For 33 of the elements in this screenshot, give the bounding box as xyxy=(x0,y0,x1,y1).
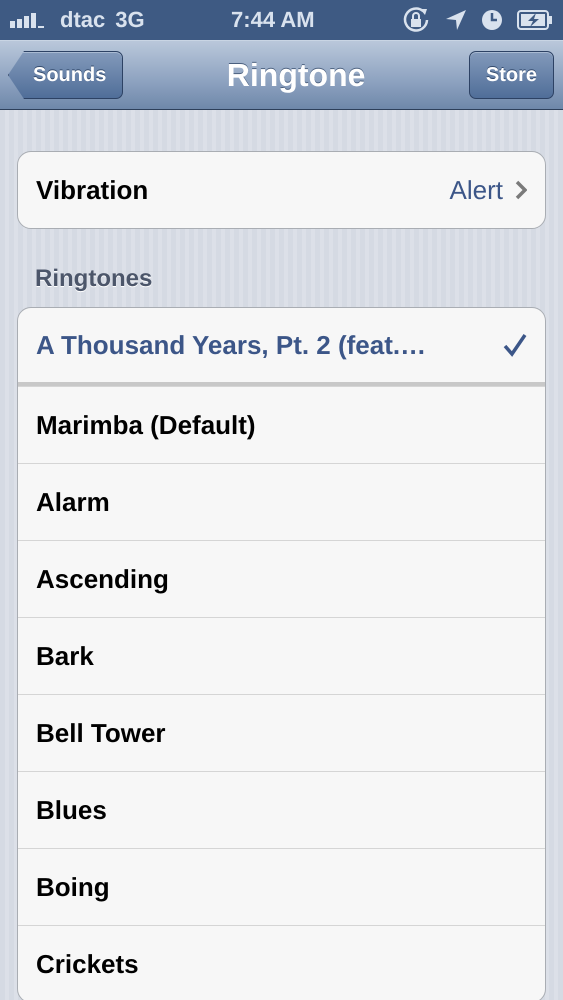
ringtone-row[interactable]: Ascending xyxy=(18,540,545,617)
store-button[interactable]: Store xyxy=(468,51,554,99)
ringtone-row[interactable]: Blues xyxy=(18,771,545,848)
screen-title: Ringtone xyxy=(226,56,366,94)
battery-charging-icon xyxy=(517,10,553,30)
section-header: Ringtones xyxy=(35,265,154,293)
ringtone-name: Bell Tower xyxy=(36,718,167,748)
network-type: 3G xyxy=(115,7,145,33)
ringtone-name: Boing xyxy=(36,872,111,902)
vibration-value: Alert xyxy=(450,174,503,206)
ringtone-name: Crickets xyxy=(36,948,140,980)
rotation-lock-icon xyxy=(401,5,431,35)
ringtone-name: Ascending xyxy=(36,564,170,594)
vibration-label: Vibration xyxy=(36,174,150,206)
ringtone-row[interactable]: Alarm xyxy=(18,463,545,540)
chevron-icon xyxy=(515,180,527,200)
vibration-row[interactable]: Vibration Alert xyxy=(17,151,546,229)
ringtone-row[interactable]: Bark xyxy=(18,617,545,694)
ringtone-row[interactable]: Crickets xyxy=(18,925,545,1000)
ringtone-row[interactable]: Bell Tower xyxy=(18,694,545,771)
ringtone-row[interactable]: Boing xyxy=(18,848,545,925)
ringtone-name: Blues xyxy=(36,794,108,826)
clock-icon xyxy=(481,9,503,31)
status-time: 7:44 AM xyxy=(230,7,316,33)
ringtone-name: Marimba (Default) xyxy=(36,410,257,440)
back-button[interactable]: Sounds xyxy=(8,51,124,99)
ringtone-row[interactable]: Marimba (Default) xyxy=(18,386,545,463)
ringtone-name: A Thousand Years, Pt. 2 (feat.… xyxy=(36,330,428,360)
ringtone-name: Alarm xyxy=(36,486,111,518)
carrier-name: dtac xyxy=(60,7,106,33)
location-icon xyxy=(445,9,467,31)
ringtone-row[interactable]: A Thousand Years, Pt. 2 (feat.… xyxy=(18,308,545,386)
ringtone-name: Bark xyxy=(36,640,95,672)
